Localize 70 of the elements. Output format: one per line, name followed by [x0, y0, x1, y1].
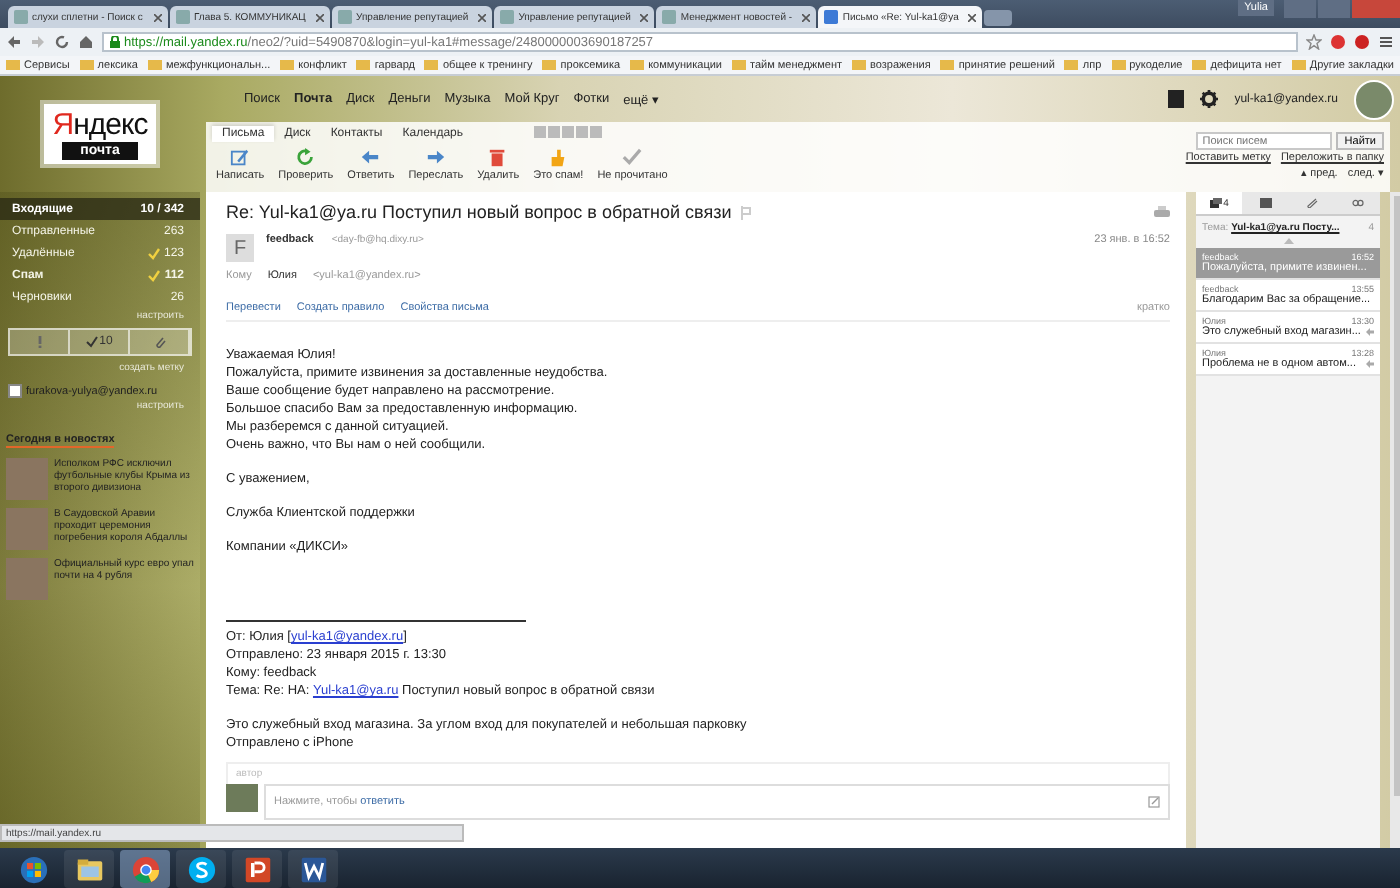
taskbar-button[interactable] [64, 850, 114, 888]
check-icon[interactable] [148, 269, 161, 281]
printer-icon[interactable] [1154, 205, 1170, 219]
pencil-icon [230, 148, 251, 168]
reload-icon[interactable] [54, 34, 70, 50]
hand-icon [548, 148, 569, 168]
browser-icon [131, 855, 159, 883]
link-icon [1351, 198, 1363, 208]
folder-icon [424, 60, 439, 70]
close-icon[interactable] [962, 13, 977, 21]
folder-icon [147, 60, 162, 70]
sender-avatar: F [226, 234, 254, 262]
close-icon[interactable] [310, 13, 324, 21]
message-subject: Re: Yul-ka1@ya.ru Поступил новый вопрос в обратной связи [226, 202, 732, 222]
folder-icon [1064, 60, 1079, 70]
trash-icon [488, 148, 509, 168]
right-arrow-icon [425, 148, 446, 168]
photo-placeholder [226, 784, 258, 812]
app-icon [299, 855, 327, 883]
settings-icon[interactable] [1200, 90, 1219, 108]
taskbar-button[interactable] [232, 850, 282, 888]
page-icon [338, 10, 352, 24]
folder-icon [356, 60, 371, 70]
paperclip-icon [153, 336, 165, 348]
close-icon[interactable] [472, 13, 487, 21]
expand-icon[interactable] [1148, 796, 1160, 808]
app-icon [243, 855, 271, 883]
taskbar-button[interactable] [288, 850, 338, 888]
messages-icon [1209, 198, 1222, 208]
user-avatar[interactable] [1354, 79, 1394, 119]
refresh-icon [295, 148, 316, 168]
paperclip-icon [1305, 198, 1317, 208]
left-arrow-icon [360, 148, 381, 168]
folder-icon [630, 60, 645, 70]
folder-icon [852, 60, 866, 70]
page-icon [176, 10, 190, 24]
mailbox-icon [8, 384, 22, 398]
check-icon [85, 336, 98, 348]
lock-icon [110, 36, 120, 48]
folder-icon [280, 60, 295, 70]
folder-icon [542, 60, 557, 70]
close-icon[interactable] [148, 13, 162, 21]
folder-icon [732, 60, 746, 70]
star-icon[interactable] [1306, 34, 1322, 50]
check-icon [622, 148, 643, 168]
page-icon [662, 10, 677, 24]
check-icon[interactable] [147, 247, 160, 259]
page-icon [14, 10, 28, 24]
folder-icon [1192, 60, 1207, 70]
page-icon [824, 10, 839, 24]
envelope-icon [1259, 198, 1271, 208]
close-icon[interactable] [796, 13, 811, 21]
notebook-icon[interactable] [1168, 90, 1185, 108]
thread-tab[interactable] [1334, 192, 1380, 214]
folder-icon [940, 60, 955, 70]
thread-tab[interactable] [1242, 192, 1288, 214]
folder-icon [79, 60, 94, 70]
taskbar-button[interactable] [176, 850, 226, 888]
folder-icon [1111, 60, 1126, 70]
app-icon [187, 855, 215, 883]
home-icon[interactable] [78, 34, 94, 50]
page-icon [500, 10, 515, 24]
folder-icon [75, 855, 103, 883]
close-icon[interactable] [634, 13, 649, 21]
menu-icon[interactable] [1378, 34, 1394, 50]
folder-icon [1291, 60, 1306, 70]
folder-icon [6, 60, 20, 70]
exclamation-icon [33, 336, 45, 348]
back-icon[interactable] [6, 34, 22, 50]
start-icon [19, 855, 47, 883]
